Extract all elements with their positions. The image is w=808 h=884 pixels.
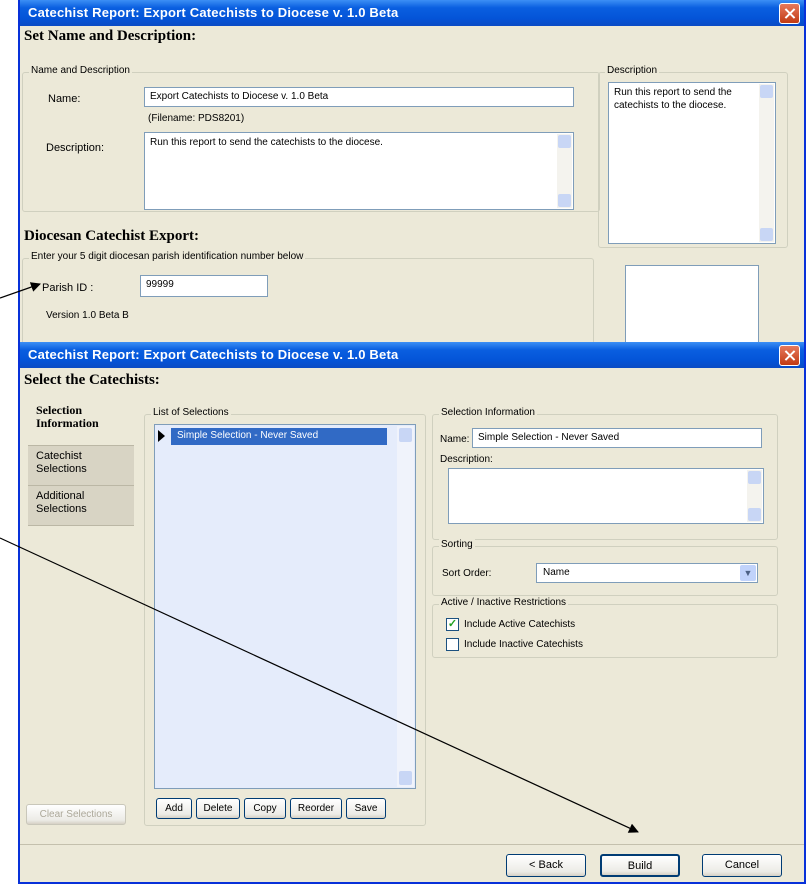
selection-name-input[interactable]: Simple Selection - Never Saved <box>472 428 762 448</box>
include-inactive-label: Include Inactive Catechists <box>464 639 583 650</box>
report-description-text: Run this report to send the catechists t… <box>150 137 383 148</box>
close-icon[interactable] <box>779 345 800 366</box>
image-preview-box <box>625 265 759 347</box>
report-window-top: Catechist Report: Export Catechists to D… <box>18 0 806 348</box>
window-title: Catechist Report: Export Catechists to D… <box>28 347 399 362</box>
save-button[interactable]: Save <box>346 798 386 819</box>
group-legend: Name and Description <box>29 65 132 76</box>
description-label: Description: <box>46 142 105 154</box>
include-inactive-checkbox[interactable] <box>446 638 459 651</box>
add-button[interactable]: Add <box>156 798 192 819</box>
group-legend: Description <box>605 65 660 76</box>
scroll-down-icon[interactable] <box>558 194 571 207</box>
clear-selections-button[interactable]: Clear Selections <box>26 804 126 825</box>
list-item[interactable]: Simple Selection - Never Saved <box>171 428 387 445</box>
report-name-input[interactable]: Export Catechists to Diocese v. 1.0 Beta <box>144 87 574 107</box>
parish-id-input[interactable]: 99999 <box>140 275 268 297</box>
sort-order-value: Name <box>543 567 570 578</box>
tab-selection-information[interactable]: Selection Information <box>28 400 134 446</box>
report-window-bottom: Catechist Report: Export Catechists to D… <box>18 342 806 884</box>
reorder-button[interactable]: Reorder <box>290 798 342 819</box>
selection-description-label: Description: <box>440 454 493 465</box>
section-heading-diocesan-export: Diocesan Catechist Export: <box>24 228 199 244</box>
group-legend: Active / Inactive Restrictions <box>439 597 569 608</box>
scroll-up-icon[interactable] <box>748 471 761 484</box>
description-preview-text: Run this report to send the catechists t… <box>614 87 732 111</box>
selection-name-label: Name: <box>440 434 470 445</box>
group-legend: List of Selections <box>151 407 231 418</box>
title-bar[interactable]: Catechist Report: Export Catechists to D… <box>20 0 804 26</box>
name-label: Name: <box>48 93 81 105</box>
scroll-down-icon[interactable] <box>760 228 773 241</box>
cancel-button[interactable]: Cancel <box>702 854 782 877</box>
scroll-down-icon[interactable] <box>748 508 761 521</box>
scroll-up-icon[interactable] <box>558 135 571 148</box>
list-scrollbar[interactable] <box>397 426 414 787</box>
group-legend: Enter your 5 digit diocesan parish ident… <box>29 251 306 262</box>
sort-order-label: Sort Order: <box>442 568 492 579</box>
selections-listbox[interactable]: Simple Selection - Never Saved <box>154 424 416 789</box>
back-button[interactable]: < Back <box>506 854 586 877</box>
scroll-down-icon[interactable] <box>399 771 412 785</box>
group-legend: Selection Information <box>439 407 537 418</box>
description-preview-box: Run this report to send the catechists t… <box>608 82 776 244</box>
tab-additional-selections[interactable]: Additional Selections <box>28 486 134 526</box>
scroll-up-icon[interactable] <box>399 428 412 442</box>
delete-button[interactable]: Delete <box>196 798 240 819</box>
footer-divider <box>20 844 804 845</box>
version-text: Version 1.0 Beta B <box>46 310 129 321</box>
report-description-textarea[interactable]: Run this report to send the catechists t… <box>144 132 574 210</box>
parish-id-group: Enter your 5 digit diocesan parish ident… <box>22 251 594 348</box>
close-icon[interactable] <box>779 3 800 24</box>
copy-button[interactable]: Copy <box>244 798 286 819</box>
include-active-checkbox[interactable]: ✓ <box>446 618 459 631</box>
chevron-down-icon[interactable]: ▼ <box>740 565 756 581</box>
current-row-icon <box>158 430 165 442</box>
group-legend: Sorting <box>439 539 475 550</box>
window-title: Catechist Report: Export Catechists to D… <box>28 5 399 20</box>
selection-description-textarea[interactable] <box>448 468 764 524</box>
include-active-label: Include Active Catechists <box>464 619 576 630</box>
build-button[interactable]: Build <box>600 854 680 877</box>
preview-scrollbar[interactable] <box>759 84 774 242</box>
parish-id-label: Parish ID : <box>42 282 94 294</box>
section-heading-name-description: Set Name and Description: <box>24 28 197 44</box>
section-heading-select-catechists: Select the Catechists: <box>24 372 160 388</box>
title-bar[interactable]: Catechist Report: Export Catechists to D… <box>20 342 804 368</box>
scroll-up-icon[interactable] <box>760 85 773 98</box>
tab-catechist-selections[interactable]: Catechist Selections <box>28 446 134 486</box>
filename-text: (Filename: PDS8201) <box>148 113 245 124</box>
selection-description-scrollbar[interactable] <box>747 470 762 522</box>
sort-order-select[interactable]: Name ▼ <box>536 563 758 583</box>
description-scrollbar[interactable] <box>557 134 572 208</box>
